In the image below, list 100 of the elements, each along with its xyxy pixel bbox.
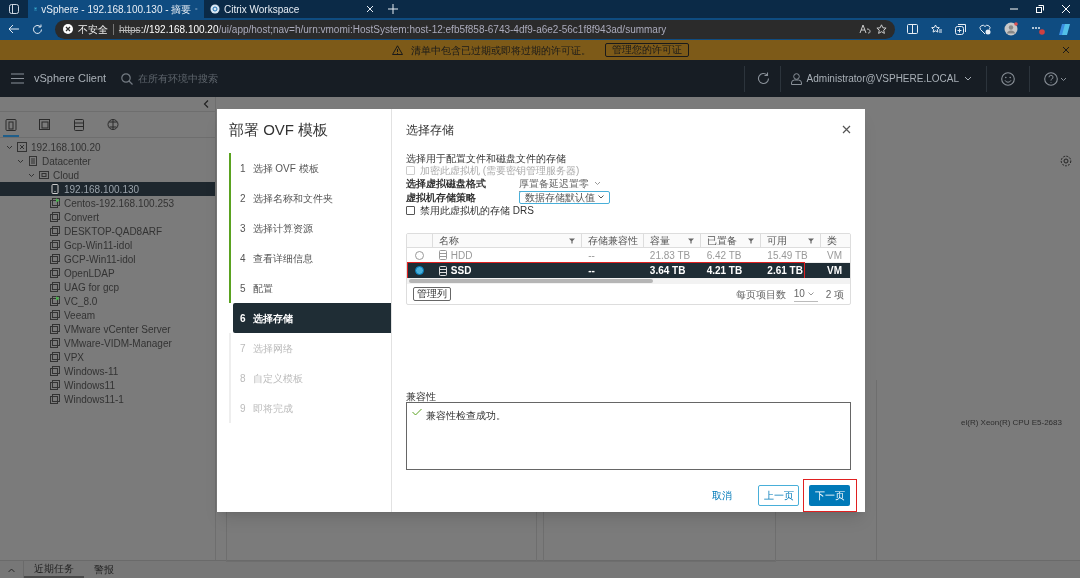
user-menu[interactable]: Administrator@VSPHERE.LOCAL bbox=[790, 71, 972, 86]
chevron-down-icon[interactable] bbox=[17, 158, 24, 164]
chevron-down-icon[interactable] bbox=[6, 144, 13, 150]
table-cell-text: 3.64 TB bbox=[648, 264, 687, 278]
vcenter-icon bbox=[17, 142, 27, 152]
window-icon[interactable] bbox=[8, 3, 20, 15]
tree-item[interactable]: VPX bbox=[0, 350, 215, 364]
chevron-down-icon[interactable] bbox=[28, 172, 35, 178]
filter-icon[interactable] bbox=[687, 237, 694, 244]
copilot-icon[interactable] bbox=[1058, 22, 1072, 36]
table-cell: HDD bbox=[432, 247, 583, 263]
scrollbar[interactable] bbox=[409, 279, 653, 283]
tree-item[interactable]: GCP-Win11-idol bbox=[0, 252, 215, 266]
url-text: https://192.168.100.20/ui/app/host;nav=h/urn:vmomi:HostSystem:host-12:efb5f858-6743-4df9-a6e2-56c1f8f943ad/summary bbox=[118, 22, 667, 37]
collapse-chevron-icon[interactable] bbox=[203, 100, 209, 108]
search-icon[interactable] bbox=[121, 72, 134, 85]
section-label: 兼容性 bbox=[406, 390, 437, 402]
collections-icon[interactable] bbox=[955, 23, 966, 35]
tree-item[interactable]: Veeam bbox=[0, 308, 215, 322]
tree-item[interactable]: Convert bbox=[0, 210, 215, 224]
table-cell-text: VM bbox=[826, 248, 844, 263]
bottom-tab[interactable]: 警报 bbox=[84, 561, 124, 578]
settings-icon[interactable] bbox=[1060, 155, 1072, 167]
split-screen-icon[interactable] bbox=[907, 24, 918, 34]
chevron-down-icon bbox=[594, 180, 601, 186]
tree-item[interactable]: Cloud bbox=[0, 168, 215, 182]
globe-icon bbox=[210, 4, 220, 14]
wizard-step[interactable]: 6 选择存储 bbox=[233, 303, 391, 333]
chevron-down-icon bbox=[964, 76, 972, 81]
wizard-step[interactable]: 4 查看详细信息 bbox=[229, 243, 391, 273]
back-icon[interactable] bbox=[8, 24, 20, 34]
restore-icon[interactable] bbox=[1036, 5, 1044, 13]
cancel-link[interactable]: 取消 bbox=[702, 485, 742, 506]
feedback-smiley-icon[interactable] bbox=[1001, 71, 1015, 86]
compatibility-box: 兼容性检查成功。 bbox=[406, 402, 851, 470]
help-icon[interactable] bbox=[1044, 71, 1068, 86]
view-tab[interactable] bbox=[3, 118, 19, 137]
refresh-icon[interactable] bbox=[756, 72, 770, 85]
tree-item[interactable]: UAG for gcp bbox=[0, 280, 215, 294]
radio-button[interactable] bbox=[415, 250, 425, 260]
disk-format-select[interactable]: 厚置备延迟置零 bbox=[519, 175, 603, 192]
table-cell-text: 21.83 TB bbox=[648, 248, 692, 263]
filter-icon[interactable] bbox=[808, 237, 815, 244]
checkbox: 加密此虚拟机 (需要密钥管理服务器) bbox=[406, 164, 851, 177]
page-size-label: 每页项目数 bbox=[735, 287, 786, 302]
manage-license-button[interactable]: 管理您的许可证 bbox=[604, 43, 689, 57]
profile-avatar-icon[interactable] bbox=[1004, 22, 1018, 36]
performance-icon[interactable] bbox=[979, 23, 991, 35]
tree-item[interactable]: Windows11-1 bbox=[0, 392, 215, 406]
highlight-frame bbox=[803, 479, 857, 512]
browser-tab[interactable]: Citrix Workspace bbox=[204, 0, 380, 18]
back-button[interactable]: 上一页 bbox=[758, 485, 799, 506]
table-cell-text: 4.21 TB bbox=[705, 264, 744, 278]
tree-item[interactable]: Centos-192.168.100.253 bbox=[0, 196, 215, 210]
dialog-title: 部署 OVF 模板 bbox=[229, 120, 330, 140]
page-title: 选择存储 bbox=[406, 122, 454, 139]
manage-columns-button[interactable]: 管理列 bbox=[413, 287, 451, 301]
storage-policy-dropdown[interactable]: 数据存储默认值 bbox=[519, 190, 610, 204]
radio-button[interactable] bbox=[415, 266, 425, 275]
new-tab-icon[interactable] bbox=[388, 4, 398, 14]
column-header[interactable]: 名称 bbox=[432, 234, 583, 247]
page-size-select[interactable]: 10 bbox=[793, 286, 818, 302]
tree-item[interactable]: Windows-11 bbox=[0, 364, 215, 378]
tree-item[interactable]: VMware-VIDM-Manager bbox=[0, 336, 215, 350]
tree-item[interactable]: Gcp-Win11-idol bbox=[0, 238, 215, 252]
wizard-step[interactable]: 2 选择名称和文件夹 bbox=[229, 183, 391, 213]
filter-icon[interactable] bbox=[569, 237, 576, 244]
tab-title: Citrix Workspace bbox=[224, 2, 301, 17]
wizard-step[interactable]: 3 选择计算资源 bbox=[229, 213, 391, 243]
tree-item[interactable]: 192.168.100.20 bbox=[0, 140, 215, 154]
read-aloud-icon[interactable] bbox=[859, 24, 871, 34]
column-header[interactable]: 容量 bbox=[643, 234, 701, 247]
wizard-step[interactable]: 1 选择 OVF 模板 bbox=[229, 153, 391, 183]
menu-icon[interactable] bbox=[11, 73, 24, 84]
tree-item[interactable]: 192.168.100.130 bbox=[0, 182, 215, 196]
bottom-tab[interactable]: 近期任务 bbox=[24, 561, 84, 578]
tree-item[interactable]: DESKTOP-QAD8ARF bbox=[0, 224, 215, 238]
network-icon bbox=[106, 118, 120, 132]
minimize-icon[interactable] bbox=[1010, 5, 1018, 13]
star-icon[interactable] bbox=[876, 23, 887, 35]
tree-item[interactable]: VC_8.0 bbox=[0, 294, 215, 308]
tree-item[interactable]: OpenLDAP bbox=[0, 266, 215, 280]
column-header[interactable]: 可用 bbox=[761, 234, 822, 247]
favorites-icon[interactable] bbox=[931, 24, 942, 34]
column-header[interactable]: 已置备 bbox=[700, 234, 762, 247]
browser-tab[interactable]: vSphere - 192.168.100.130 - 摘要 bbox=[28, 0, 204, 18]
next-button[interactable]: 下一页 bbox=[809, 485, 850, 506]
reload-icon[interactable] bbox=[31, 23, 43, 35]
checkbox[interactable]: 禁用此虚拟机的存储 DRS bbox=[406, 204, 851, 217]
tree-item[interactable]: Windows11 bbox=[0, 378, 215, 392]
tree-item[interactable]: Datacenter bbox=[0, 154, 215, 168]
column-header[interactable]: 类 bbox=[821, 234, 850, 247]
filter-icon[interactable] bbox=[748, 237, 755, 244]
column-header[interactable]: 存储兼容性 bbox=[582, 234, 644, 247]
search-field[interactable]: 在所有环境中搜索 bbox=[138, 71, 399, 86]
section-label: 选择用于配置文件和磁盘文件的存储 bbox=[406, 152, 567, 164]
tree-item[interactable]: VMware vCenter Server bbox=[0, 322, 215, 336]
address-bar[interactable]: 不安全 https://192.168.100.20/ui/app/host;nav=h/urn:vmomi:HostSystem:host-12:efb5f858-6743-4df9-a6e2-56c1f8f943ad/summary bbox=[54, 19, 895, 39]
datastore-icon bbox=[438, 265, 447, 276]
datacenter-icon bbox=[28, 156, 38, 166]
